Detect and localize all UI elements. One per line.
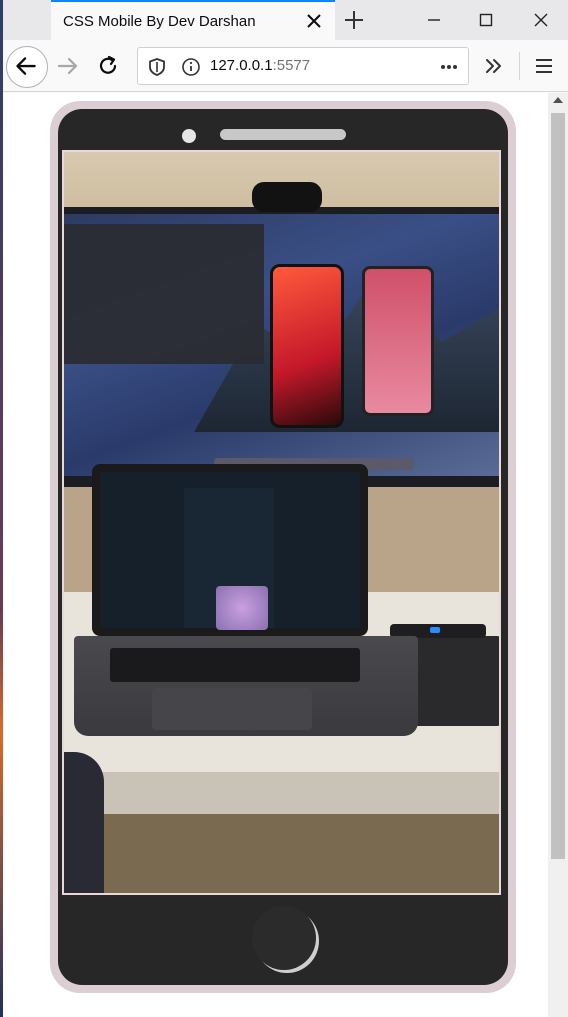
back-arrow-icon bbox=[16, 57, 36, 75]
phone-mockup bbox=[50, 101, 516, 993]
phone-speaker bbox=[220, 129, 346, 140]
browser-window: CSS Mobile By Dev Darshan 127.0.0.1:5577 bbox=[3, 0, 568, 1017]
phone-body bbox=[58, 109, 508, 985]
close-window-icon[interactable] bbox=[528, 7, 554, 33]
photo-laptop-trackpad bbox=[152, 688, 312, 730]
photo-code-editor bbox=[64, 224, 264, 364]
url-host: 127.0.0.1 bbox=[210, 57, 273, 74]
shield-icon[interactable] bbox=[146, 56, 168, 78]
plus-icon[interactable] bbox=[341, 7, 367, 33]
tab-bar: CSS Mobile By Dev Darshan bbox=[3, 0, 568, 40]
phone-home-button[interactable] bbox=[252, 906, 316, 970]
tab-title: CSS Mobile By Dev Darshan bbox=[63, 13, 256, 30]
url-bar[interactable]: 127.0.0.1:5577 bbox=[137, 47, 469, 85]
url-text[interactable]: 127.0.0.1:5577 bbox=[210, 57, 310, 74]
photo-laptop-keyboard bbox=[110, 648, 360, 682]
forward-arrow-icon[interactable] bbox=[55, 53, 81, 79]
navigation-toolbar: 127.0.0.1:5577 bbox=[3, 40, 568, 92]
url-port: :5577 bbox=[272, 57, 311, 74]
photo-person bbox=[64, 752, 104, 893]
chevron-double-right-icon[interactable] bbox=[481, 53, 507, 79]
vertical-scrollbar[interactable] bbox=[548, 93, 568, 1017]
photo-floor bbox=[64, 814, 499, 893]
photo-ios-simulator bbox=[270, 264, 344, 428]
scroll-thumb[interactable] bbox=[551, 113, 565, 859]
minimize-icon[interactable] bbox=[421, 7, 447, 33]
hamburger-menu-icon[interactable] bbox=[531, 53, 557, 79]
phone-screen-image bbox=[62, 150, 501, 895]
photo-hub-led bbox=[430, 627, 440, 633]
reload-icon[interactable] bbox=[95, 53, 121, 79]
photo-webcam bbox=[252, 182, 322, 212]
more-dots-icon[interactable] bbox=[438, 56, 460, 78]
info-icon[interactable] bbox=[180, 56, 202, 78]
close-icon[interactable] bbox=[303, 10, 325, 32]
photo-tweet-image bbox=[216, 586, 268, 630]
back-button[interactable] bbox=[6, 46, 48, 88]
toolbar-divider bbox=[519, 52, 520, 80]
maximize-icon[interactable] bbox=[473, 7, 499, 33]
scroll-up-arrow-icon[interactable] bbox=[553, 97, 563, 103]
page-content bbox=[3, 93, 548, 1017]
photo-android-emulator bbox=[362, 266, 434, 416]
tab-active[interactable]: CSS Mobile By Dev Darshan bbox=[51, 0, 335, 40]
phone-camera bbox=[182, 129, 196, 143]
photo-desk-edge bbox=[64, 772, 499, 814]
